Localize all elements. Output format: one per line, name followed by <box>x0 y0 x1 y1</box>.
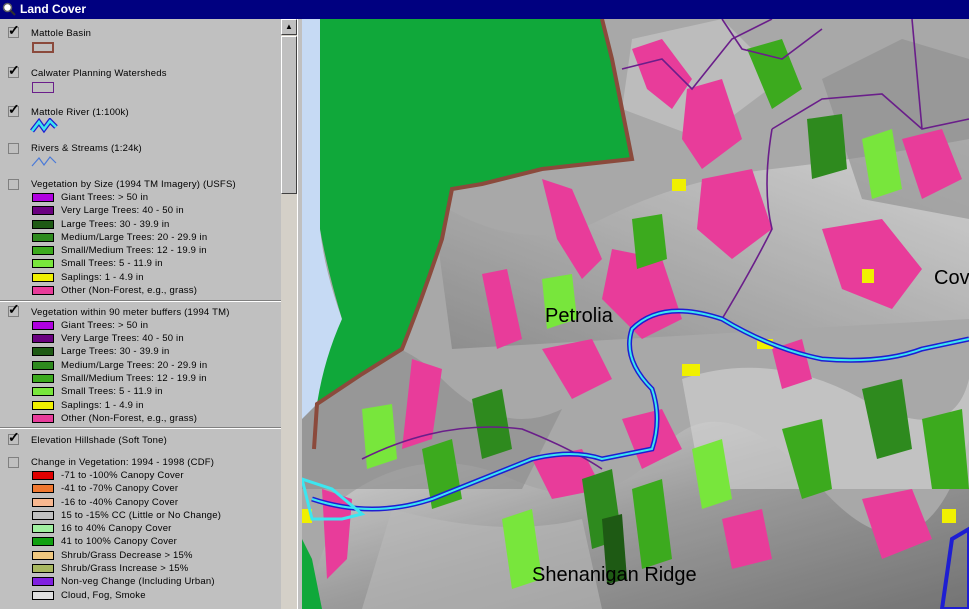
layer-checkbox[interactable]: ✓ <box>8 102 20 117</box>
layer-separator <box>0 427 281 429</box>
layer-checkbox[interactable]: ✓ <box>8 23 20 38</box>
title-bar: Land Cover <box>0 0 969 19</box>
legend-swatch <box>32 206 54 215</box>
map-view[interactable]: Petrolia Shenanigan Ridge Cov <box>302 19 969 609</box>
legend-swatch <box>32 246 54 255</box>
stream-line-symbol <box>31 156 57 167</box>
legend-swatch <box>32 511 54 520</box>
magnifier-icon <box>2 2 16 16</box>
layer-name: Vegetation by Size (1994 TM Imagery) (US… <box>31 179 236 190</box>
legend-swatch <box>32 286 54 295</box>
legend-swatch <box>32 414 54 423</box>
legend-swatch <box>32 524 54 533</box>
layer-checkbox[interactable]: ✓ <box>8 302 20 317</box>
layer-checkbox[interactable] <box>8 457 19 468</box>
legend-label: Shrub/Grass Decrease > 15% <box>61 550 193 561</box>
legend-label: 41 to 100% Canopy Cover <box>61 536 178 547</box>
legend-label: Small/Medium Trees: 12 - 19.9 in <box>61 373 207 384</box>
layer-name: Rivers & Streams (1:24k) <box>31 143 142 154</box>
checkmark-icon: ✓ <box>8 429 20 445</box>
legend-label: Medium/Large Trees: 20 - 29.9 in <box>61 360 208 371</box>
legend-label: Giant Trees: > 50 in <box>61 320 149 331</box>
legend-label: Other (Non-Forest, e.g., grass) <box>61 413 198 424</box>
checkmark-icon: ✓ <box>8 62 20 78</box>
layer-name: Mattole River (1:100k) <box>31 107 129 118</box>
layer-checkbox[interactable] <box>8 143 19 154</box>
legend-swatch <box>32 551 54 560</box>
river-line-symbol <box>30 118 58 134</box>
legend-label: 15 to -15% CC (Little or No Change) <box>61 510 222 521</box>
map-label-cov: Cov <box>934 267 969 289</box>
legend-label: -41 to -70% Canopy Cover <box>61 483 179 494</box>
legend-swatch <box>32 374 54 383</box>
map-label-petrolia: Petrolia <box>545 305 614 327</box>
legend-label: 16 to 40% Canopy Cover <box>61 523 172 534</box>
legend-label: Cloud, Fog, Smoke <box>61 590 146 601</box>
legend-swatch <box>32 484 54 493</box>
legend-swatch <box>32 387 54 396</box>
checkmark-icon: ✓ <box>8 22 20 38</box>
legend-label: Non-veg Change (Including Urban) <box>61 576 215 587</box>
legend-label: Large Trees: 30 - 39.9 in <box>61 346 170 357</box>
legend-swatch <box>32 220 54 229</box>
legend-swatch <box>32 347 54 356</box>
legend-label: Giant Trees: > 50 in <box>61 192 149 203</box>
window-title: Land Cover <box>20 2 87 16</box>
checkmark-icon: ✓ <box>8 301 20 317</box>
legend-label: Very Large Trees: 40 - 50 in <box>61 333 184 344</box>
legend-swatch <box>32 591 54 600</box>
legend-swatch <box>32 361 54 370</box>
scroll-thumb[interactable] <box>281 36 297 194</box>
legend-label: Very Large Trees: 40 - 50 in <box>61 205 184 216</box>
legend-swatch <box>32 537 54 546</box>
legend-swatch <box>32 334 54 343</box>
legend-swatch <box>32 577 54 586</box>
layer-checkbox[interactable] <box>8 179 19 190</box>
map-canvas[interactable]: Petrolia Shenanigan Ridge Cov <box>302 19 969 609</box>
legend-label: Small/Medium Trees: 12 - 19.9 in <box>61 245 207 256</box>
basin-outline-symbol <box>32 42 54 53</box>
legend-label: Medium/Large Trees: 20 - 29.9 in <box>61 232 208 243</box>
legend-swatch <box>32 321 54 330</box>
legend-label: -16 to -40% Canopy Cover <box>61 497 179 508</box>
legend-label: Small Trees: 5 - 11.9 in <box>61 258 163 269</box>
layer-name: Vegetation within 90 meter buffers (1994… <box>31 307 230 318</box>
legend-label: Large Trees: 30 - 39.9 in <box>61 219 170 230</box>
checkmark-icon: ✓ <box>8 101 20 117</box>
legend-swatch <box>32 233 54 242</box>
map-label-shenanigan-ridge: Shenanigan Ridge <box>532 564 697 586</box>
legend-swatch <box>32 498 54 507</box>
legend-swatch <box>32 259 54 268</box>
legend-label: -71 to -100% Canopy Cover <box>61 470 184 481</box>
layer-checkbox[interactable]: ✓ <box>8 63 20 78</box>
legend-label: Saplings: 1 - 4.9 in <box>61 272 144 283</box>
layer-checkbox[interactable]: ✓ <box>8 430 20 445</box>
legend-label: Saplings: 1 - 4.9 in <box>61 400 144 411</box>
legend-label: Other (Non-Forest, e.g., grass) <box>61 285 198 296</box>
legend-swatch <box>32 193 54 202</box>
layer-name: Elevation Hillshade (Soft Tone) <box>31 435 167 446</box>
toc-scrollbar[interactable]: ▲ <box>281 19 297 609</box>
legend-swatch <box>32 564 54 573</box>
layer-name: Change in Vegetation: 1994 - 1998 (CDF) <box>31 457 215 468</box>
table-of-contents: ✓ Mattole Basin ✓ Calwater Planning Wate… <box>0 19 281 609</box>
layer-separator <box>0 300 281 302</box>
scroll-up-button[interactable]: ▲ <box>281 19 297 35</box>
watershed-outline-symbol <box>32 82 54 93</box>
legend-label: Shrub/Grass Increase > 15% <box>61 563 189 574</box>
layer-name: Calwater Planning Watersheds <box>31 68 167 79</box>
legend-swatch <box>32 471 54 480</box>
arrow-up-icon: ▲ <box>285 22 293 31</box>
legend-label: Small Trees: 5 - 11.9 in <box>61 386 163 397</box>
legend-swatch <box>32 401 54 410</box>
legend-swatch <box>32 273 54 282</box>
layer-name: Mattole Basin <box>31 28 92 39</box>
